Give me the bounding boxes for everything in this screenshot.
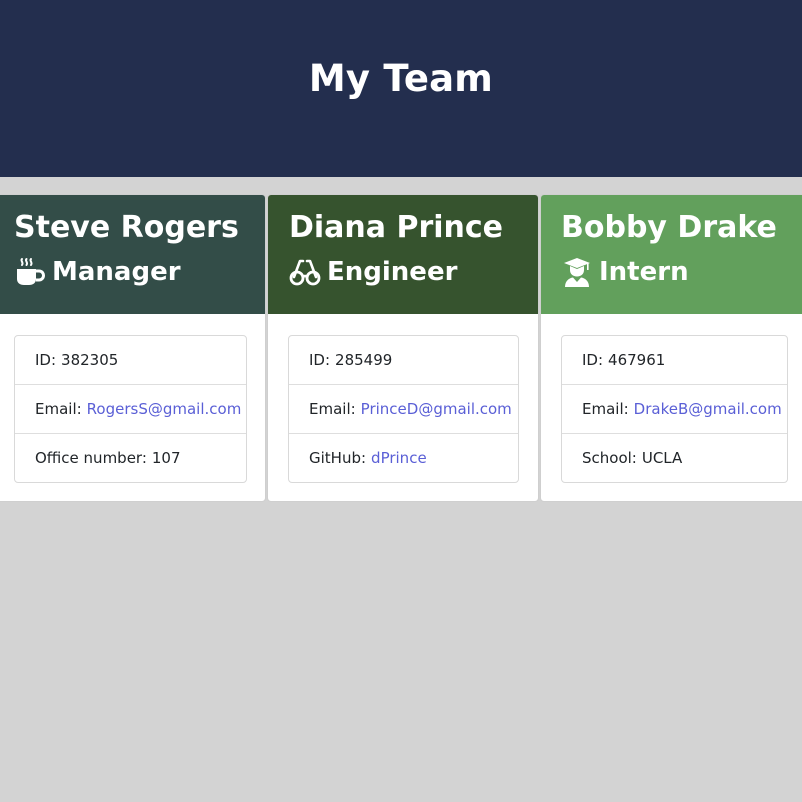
- employee-id: ID: 285499: [289, 336, 518, 385]
- page-header: My Team: [0, 0, 802, 177]
- employee-role: Manager: [14, 256, 265, 288]
- page-title: My Team: [308, 57, 494, 100]
- employee-id: ID: 467961: [562, 336, 787, 385]
- engineer-card: Diana Prince Engineer ID: 285499 Email: …: [267, 194, 539, 502]
- employee-name: Bobby Drake: [561, 210, 777, 245]
- office-number-value: 107: [151, 449, 181, 467]
- email-link[interactable]: PrinceD@gmail.com: [361, 400, 512, 418]
- office-number: Office number: 107: [35, 449, 181, 467]
- graduate-icon: [561, 256, 593, 288]
- employee-role: Intern: [561, 256, 802, 288]
- email-link[interactable]: DrakeB@gmail.com: [634, 400, 782, 418]
- id-value: 382305: [61, 351, 119, 369]
- employee-details-list: ID: 467961 Email: DrakeB@gmail.com Schoo…: [561, 335, 788, 483]
- id-value: 467961: [608, 351, 666, 369]
- card-header: Diana Prince Engineer: [268, 195, 538, 314]
- role-label: Manager: [52, 257, 181, 287]
- card-header: Bobby Drake Intern: [541, 195, 802, 314]
- card-header: Steve Rogers Manager: [0, 195, 265, 314]
- employee-name: Diana Prince: [289, 210, 504, 245]
- intern-card: Bobby Drake Intern ID: 467961 Email: Dra…: [540, 194, 802, 502]
- github: GitHub: dPrince: [309, 449, 427, 467]
- employee-id: ID: 382305: [15, 336, 246, 385]
- school: School: UCLA: [582, 449, 683, 467]
- id-value: 285499: [335, 351, 393, 369]
- employee-email: Email: RogersS@gmail.com: [15, 385, 246, 434]
- glasses-icon: [289, 256, 321, 288]
- github-link[interactable]: dPrince: [371, 449, 427, 467]
- employee-name: Steve Rogers: [14, 210, 239, 245]
- coffee-mug-icon: [14, 256, 46, 288]
- employee-role: Engineer: [289, 256, 538, 288]
- school-value: UCLA: [641, 449, 683, 467]
- manager-card: Steve Rogers Manager ID: 382305 Email: R…: [0, 194, 266, 502]
- role-label: Engineer: [327, 257, 458, 287]
- employee-details-list: ID: 285499 Email: PrinceD@gmail.com GitH…: [288, 335, 519, 483]
- employee-details-list: ID: 382305 Email: RogersS@gmail.com Offi…: [14, 335, 247, 483]
- email-link[interactable]: RogersS@gmail.com: [87, 400, 242, 418]
- employee-email: Email: DrakeB@gmail.com: [562, 385, 787, 434]
- role-label: Intern: [599, 257, 689, 287]
- employee-email: Email: PrinceD@gmail.com: [289, 385, 518, 434]
